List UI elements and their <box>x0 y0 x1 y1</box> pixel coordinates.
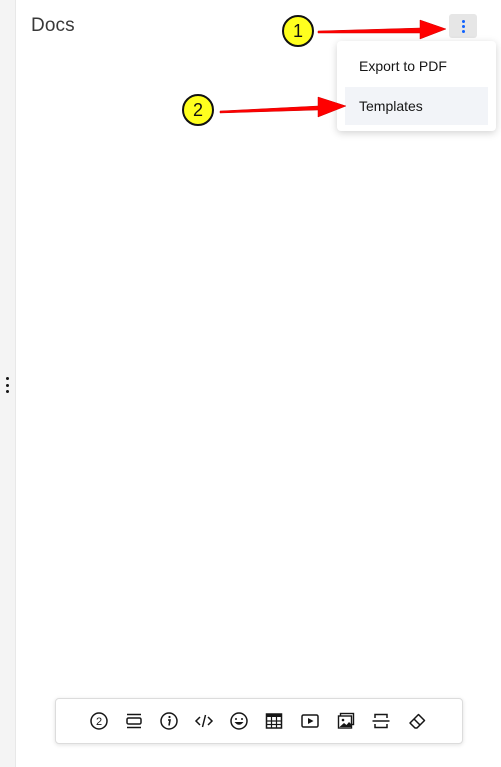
page-break-icon[interactable] <box>370 710 392 732</box>
docs-panel: Docs Export to PDF Templates 1 2 2 <box>0 0 501 767</box>
emoji-icon[interactable] <box>228 710 250 732</box>
numbered-circle-icon[interactable]: 2 <box>88 710 110 732</box>
resize-handle-icon[interactable] <box>4 377 10 393</box>
arrow-1 <box>317 19 447 40</box>
overflow-menu: Export to PDF Templates <box>337 41 496 131</box>
insert-toolbar: 2 <box>55 698 463 744</box>
eraser-icon[interactable] <box>406 710 428 732</box>
left-gutter <box>0 0 16 767</box>
svg-text:2: 2 <box>96 716 102 728</box>
step-marker-2: 2 <box>182 94 214 126</box>
code-icon[interactable] <box>193 710 215 732</box>
panel-title: Docs <box>31 15 75 36</box>
kebab-icon <box>461 19 465 23</box>
info-icon[interactable] <box>158 710 180 732</box>
more-options-button[interactable] <box>449 14 477 38</box>
menu-item-export-pdf[interactable]: Export to PDF <box>345 47 488 85</box>
block-icon[interactable] <box>123 710 145 732</box>
menu-item-templates[interactable]: Templates <box>345 87 488 125</box>
arrow-2 <box>219 96 347 118</box>
table-icon[interactable] <box>263 710 285 732</box>
step-marker-1: 1 <box>282 15 314 47</box>
image-icon[interactable] <box>335 710 357 732</box>
video-icon[interactable] <box>299 710 321 732</box>
